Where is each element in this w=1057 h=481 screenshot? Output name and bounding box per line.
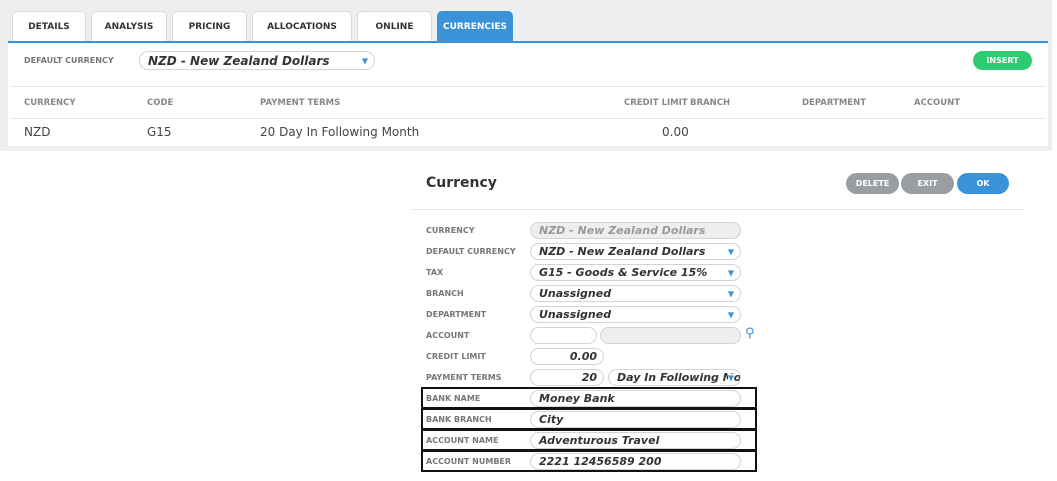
tab-analysis[interactable]: ANALYSIS [91,11,167,42]
divider [10,118,1046,119]
default-currency-select[interactable]: NZD - New Zealand Dollars ▼ [530,243,741,260]
col-code: CODE [147,98,174,108]
cell-payment-terms: 20 Day In Following Month [260,125,420,139]
default-currency-value: NZD - New Zealand Dollars [148,53,330,68]
default-currency-label: DEFAULT CURRENCY [426,247,516,256]
account-name-display [600,327,741,344]
col-branch: BRANCH [690,98,731,108]
credit-limit-input[interactable]: 0.00 [530,348,604,365]
tax-select[interactable]: G15 - Goods & Service 15% ▼ [530,264,741,281]
account-name-value: Adventurous Travel [539,434,660,447]
default-currency-label: DEFAULT CURRENCY [24,56,114,65]
chevron-down-icon: ▼ [727,289,734,298]
tab-currencies[interactable]: CURRENCIES [437,11,513,42]
account-number-input[interactable]: 2221 12456589 200 [530,453,741,470]
insert-button[interactable]: INSERT [973,51,1032,70]
tab-allocations[interactable]: ALLOCATIONS [252,11,352,42]
cell-currency: NZD [24,125,51,139]
bank-branch-label: BANK BRANCH [426,415,492,424]
payment-days-input[interactable]: 20 [530,369,604,386]
bank-branch-value: City [539,413,564,426]
tax-label: TAX [426,268,444,277]
payment-type-value: Day In Following Mont [617,371,741,384]
account-name-label: ACCOUNT NAME [426,436,499,445]
account-name-input[interactable]: Adventurous Travel [530,432,741,449]
account-label: ACCOUNT [426,331,470,340]
search-icon[interactable]: ⚲ [745,326,755,341]
default-currency-value: NZD - New Zealand Dollars [539,245,706,258]
default-currency-select[interactable]: NZD - New Zealand Dollars ▼ [139,51,375,70]
credit-limit-value: 0.00 [569,350,597,363]
delete-button[interactable]: DELETE [846,173,899,194]
chevron-down-icon: ▼ [727,373,734,382]
branch-value: Unassigned [539,287,612,300]
department-label: DEPARTMENT [426,310,487,319]
divider [412,209,1024,210]
payment-terms-label: PAYMENT TERMS [426,373,502,382]
account-number-label: ACCOUNT NUMBER [426,457,512,466]
bank-name-input[interactable]: Money Bank [530,390,741,407]
payment-type-select[interactable]: Day In Following Mont ▼ [608,369,741,386]
cell-credit-limit: 0.00 [662,125,689,139]
payment-days-value: 20 [581,371,597,384]
department-value: Unassigned [539,308,612,321]
col-currency: CURRENCY [24,98,76,108]
branch-label: BRANCH [426,289,464,298]
tax-value: G15 - Goods & Service 15% [539,266,708,279]
tab-details[interactable]: DETAILS [12,11,86,42]
col-credit-limit: CREDIT LIMIT [624,98,688,108]
chevron-down-icon: ▼ [727,247,734,256]
tab-online[interactable]: ONLINE [357,11,432,42]
chevron-down-icon: ▼ [361,56,368,65]
credit-limit-label: CREDIT LIMIT [426,352,486,361]
bank-name-label: BANK NAME [426,394,481,403]
department-select[interactable]: Unassigned ▼ [530,306,741,323]
col-account: ACCOUNT [914,98,961,108]
tab-pricing[interactable]: PRICING [172,11,247,42]
currency-label: CURRENCY [426,226,475,235]
branch-select[interactable]: Unassigned ▼ [530,285,741,302]
chevron-down-icon: ▼ [727,268,734,277]
currency-field: NZD - New Zealand Dollars [530,222,741,239]
account-number-value: 2221 12456589 200 [539,455,662,468]
bank-name-value: Money Bank [539,392,615,405]
cell-code: G15 [147,125,172,139]
chevron-down-icon: ▼ [727,310,734,319]
col-payment-terms: PAYMENT TERMS [260,98,341,108]
currency-value: NZD - New Zealand Dollars [539,224,706,237]
exit-button[interactable]: EXIT [901,173,954,194]
bank-branch-input[interactable]: City [530,411,741,428]
divider [10,86,1046,87]
col-department: DEPARTMENT [802,98,867,108]
dialog-title: Currency [426,175,497,191]
account-code-input[interactable] [530,327,597,344]
ok-button[interactable]: OK [957,173,1009,194]
